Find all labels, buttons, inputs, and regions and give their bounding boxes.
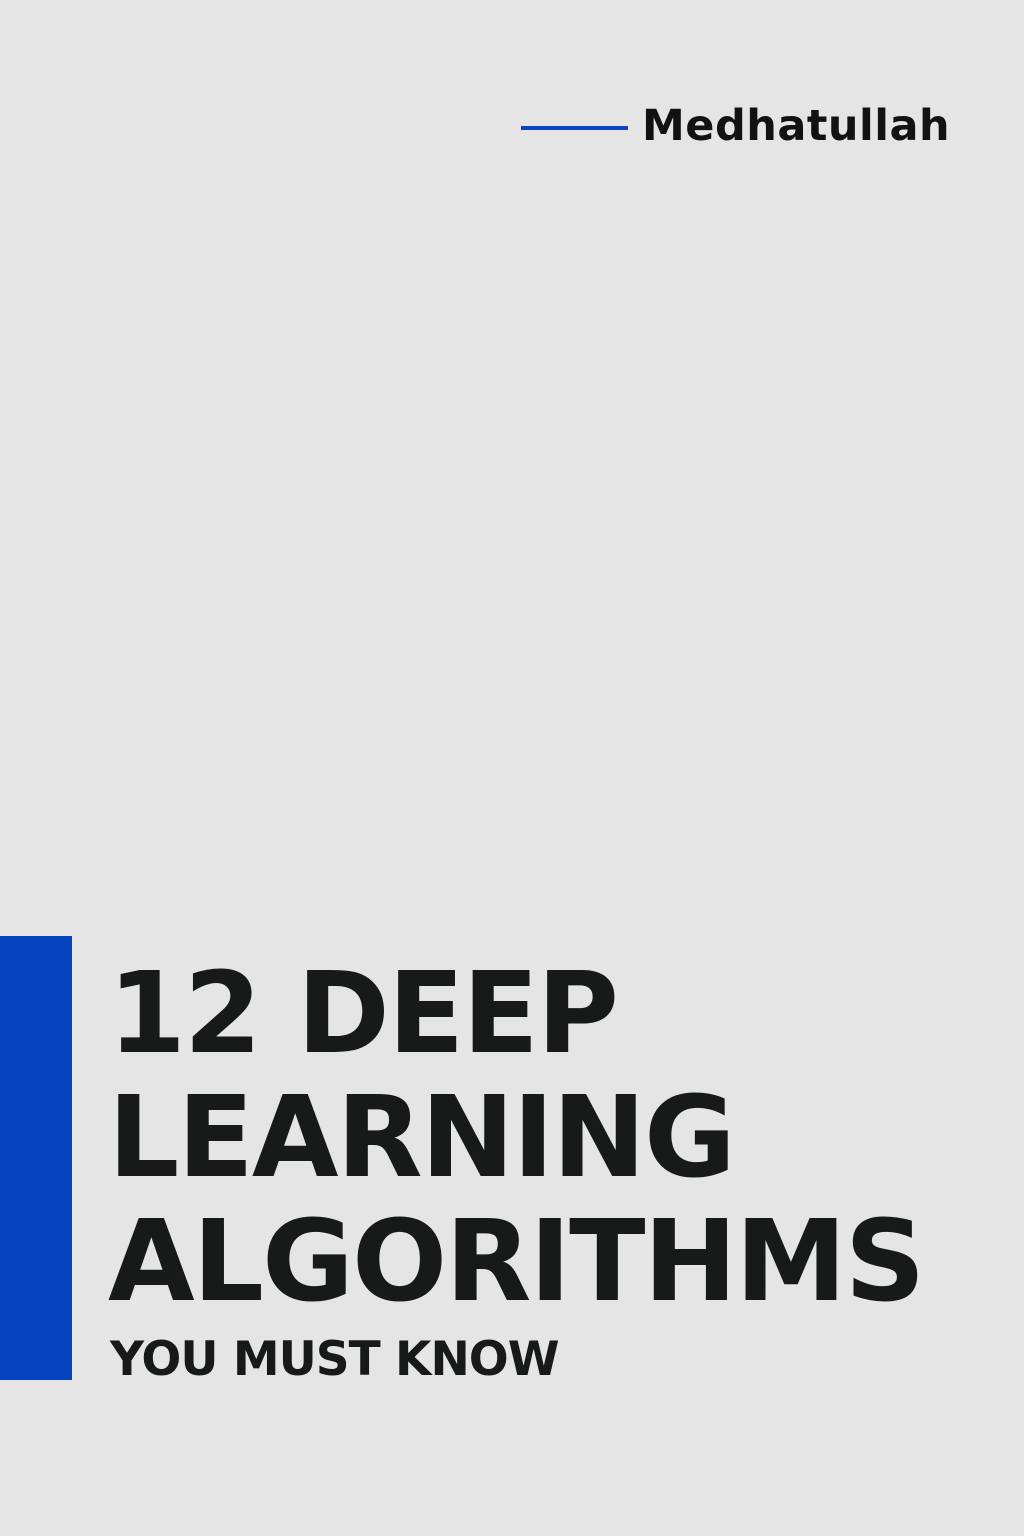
author-byline: Medhatullah bbox=[521, 98, 950, 154]
author-name: Medhatullah bbox=[642, 101, 951, 151]
title-line-3: ALGORITHMS bbox=[108, 1197, 925, 1327]
title-line-1: 12 DEEP bbox=[108, 949, 619, 1079]
title-accent-bar bbox=[0, 936, 72, 1380]
author-accent-line bbox=[521, 126, 628, 130]
title-line-2: LEARNING bbox=[108, 1073, 736, 1203]
page-title: 12 DEEP LEARNING ALGORITHMS bbox=[108, 949, 925, 1327]
page-subtitle: YOU MUST KNOW bbox=[110, 1332, 560, 1387]
